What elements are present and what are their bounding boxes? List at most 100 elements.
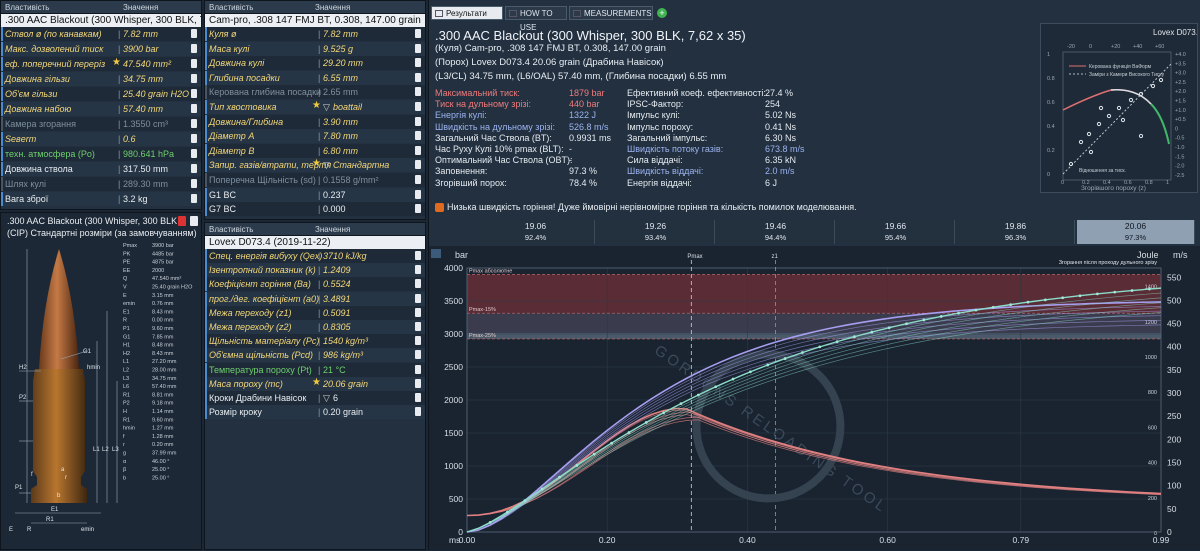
lock-icon[interactable] [415, 175, 421, 184]
lock-icon[interactable] [415, 364, 421, 374]
property-value[interactable]: 6 [323, 391, 338, 405]
property-value[interactable]: 980.641 hPa [123, 147, 174, 161]
lock-icon[interactable] [415, 43, 421, 53]
lock-icon[interactable] [415, 265, 421, 275]
lock-icon[interactable] [415, 29, 421, 38]
property-value[interactable]: 3.2 kg [123, 192, 148, 206]
lock-icon[interactable] [191, 74, 197, 83]
property-row[interactable]: Поперечна Щільність (sd) 0.1558 g/mm² | [205, 173, 425, 187]
property-row[interactable]: Межа переходу (z1) 0.5091 | [205, 305, 425, 320]
ladder-tab[interactable]: 19.66 95.4% [837, 220, 955, 244]
property-row[interactable]: Маса кулі 9.525 g | [205, 41, 425, 56]
property-value[interactable]: 3900 bar [123, 42, 159, 56]
property-row[interactable]: Seвerт 0.6 | [1, 132, 201, 146]
pdf-icon[interactable] [178, 216, 186, 226]
property-value[interactable]: 0.000 [323, 202, 346, 216]
lock-icon[interactable] [415, 393, 421, 402]
lock-icon[interactable] [415, 251, 421, 260]
property-row[interactable]: Глибина посадки 6.55 mm | [205, 70, 425, 85]
property-value[interactable]: 986 kg/m³ [323, 348, 363, 362]
property-row[interactable]: Об'єм гільзи 25.40 grain H2O | [1, 87, 201, 101]
ladder-tab[interactable]: 20.06 97.3% [1077, 220, 1195, 244]
property-row[interactable]: Довжина ствола 317.50 mm | [1, 162, 201, 176]
lock-icon[interactable] [191, 59, 197, 68]
property-value[interactable]: 7.80 mm [323, 129, 358, 143]
tab-results[interactable]: Результати [431, 6, 503, 20]
lock-icon[interactable] [191, 89, 197, 98]
property-value[interactable]: 289.30 mm [123, 177, 168, 191]
property-value[interactable]: 29.20 mm [323, 56, 363, 70]
lock-icon[interactable] [415, 58, 421, 68]
property-row[interactable]: Макс. дозволений тиск 3900 bar | [1, 42, 201, 56]
property-row[interactable]: Шлях кулі 289.30 mm | [1, 177, 201, 191]
lock-icon[interactable] [191, 149, 197, 158]
property-value[interactable]: 0.5091 [323, 306, 351, 320]
property-row[interactable]: Ствол ø (по канавкам) 7.82 mm | [1, 27, 201, 41]
tab-how-to-use[interactable]: HOW TO USE [505, 6, 567, 32]
lock-icon[interactable] [191, 134, 197, 143]
property-value[interactable]: 21 °C [323, 363, 346, 377]
property-value[interactable]: 0.8305 [323, 320, 351, 334]
property-row[interactable]: Камера згорання 1.3550 cm³ | [1, 117, 201, 131]
ladder-tab[interactable]: 19.86 96.3% [957, 220, 1075, 244]
property-value[interactable]: 0.1558 g/mm² [323, 173, 379, 187]
lock-icon[interactable] [415, 336, 421, 346]
lock-icon[interactable] [415, 131, 421, 141]
favorite-star-icon[interactable]: ★ [312, 99, 321, 113]
ladder-tab[interactable]: 19.46 94.4% [717, 220, 835, 244]
lock-icon[interactable] [191, 29, 197, 38]
lock-icon[interactable] [415, 293, 421, 303]
property-value[interactable]: 3710 kJ/kg [323, 249, 367, 263]
property-row[interactable]: Тип хвостовика ★ ▽ boattail [205, 100, 425, 114]
property-row[interactable]: Діаметр B 6.80 mm | [205, 143, 425, 158]
ladder-tab[interactable]: 19.06 92.4% [477, 220, 595, 244]
lock-icon[interactable] [191, 164, 197, 173]
lock-icon[interactable] [415, 72, 421, 82]
lock-icon[interactable] [415, 350, 421, 360]
property-value[interactable]: 6.80 mm [323, 144, 358, 158]
ladder-tab[interactable]: 19.26 93.4% [597, 220, 715, 244]
property-row[interactable]: G1 BC 0.237 | [205, 187, 425, 202]
property-value[interactable]: 1.3550 cm³ [123, 117, 168, 131]
lock-icon[interactable] [415, 145, 421, 155]
property-row[interactable]: прог./дег. коефіцієнт (a0) 3.4891 | [205, 291, 425, 306]
property-value[interactable]: 20.06 grain [323, 377, 368, 391]
lock-icon[interactable] [191, 104, 197, 113]
property-row[interactable]: техн. атмосфера (Po) 980.641 hPa | [1, 147, 201, 161]
property-value[interactable]: 6.55 mm [323, 71, 358, 85]
property-row[interactable]: Спец. енергія вибуху (Qex) 3710 kJ/kg | [205, 249, 425, 263]
property-row[interactable]: еф. поперечний переріз ★ 47.540 mm² [1, 57, 201, 71]
property-value[interactable]: 0.6 [123, 132, 136, 146]
property-value[interactable]: 2.65 mm [323, 85, 358, 99]
lock-icon[interactable] [415, 160, 421, 170]
property-row[interactable]: Діаметр A 7.80 mm | [205, 129, 425, 144]
property-value[interactable]: 3.90 mm [323, 115, 358, 129]
property-row[interactable]: Щільність матеріалу (Pc) 1540 kg/m³ | [205, 334, 425, 349]
property-row[interactable]: Температура пороху (Pt) 21 °C | [205, 362, 425, 377]
property-value[interactable]: boattail [323, 100, 362, 114]
property-value[interactable]: 25.40 grain H2O [123, 87, 189, 101]
property-row[interactable]: Кроки Драбини Навісок ▽ 6 | [205, 391, 425, 405]
favorite-star-icon[interactable]: ★ [112, 56, 121, 70]
property-value[interactable]: 0.20 grain [323, 405, 363, 419]
property-value[interactable]: 3.4891 [323, 292, 351, 306]
property-value[interactable]: 7.82 mm [323, 27, 358, 41]
property-value[interactable]: 47.540 mm² [123, 57, 171, 71]
lock-icon[interactable] [191, 44, 197, 53]
lock-icon[interactable] [415, 87, 421, 97]
lock-icon[interactable] [415, 116, 421, 126]
property-value[interactable]: 0.5524 [323, 277, 351, 291]
lock-icon[interactable] [415, 407, 421, 417]
property-value[interactable]: 317.50 mm [123, 162, 168, 176]
powder-selector[interactable]: Lovex D073.4 (2019-11-22) [205, 236, 425, 249]
lock-icon[interactable] [415, 279, 421, 289]
property-row[interactable]: Довжина кулі 29.20 mm | [205, 56, 425, 71]
lock-icon[interactable] [415, 189, 421, 199]
property-value[interactable]: 57.40 mm [123, 102, 163, 116]
lock-icon[interactable] [191, 179, 197, 188]
property-row[interactable]: Вага зброї 3.2 kg | [1, 192, 201, 206]
lock-icon[interactable] [191, 119, 197, 128]
property-value[interactable]: 1540 kg/m³ [323, 334, 368, 348]
tab-measurements[interactable]: MEASUREMENTS [569, 6, 653, 20]
property-row[interactable]: Ізентропний показник (k) 1.2409 | [205, 263, 425, 278]
